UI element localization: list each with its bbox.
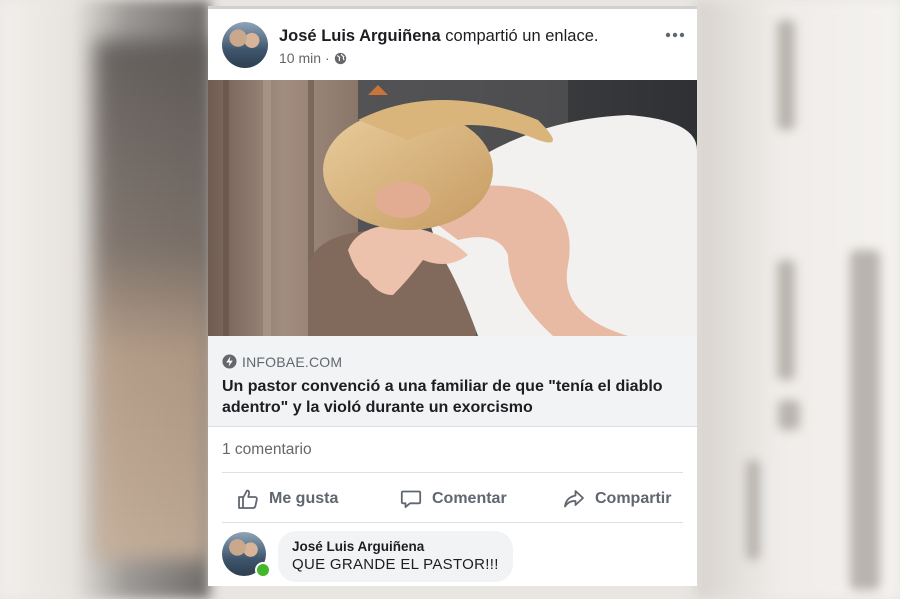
like-button[interactable]: Me gusta xyxy=(236,484,338,514)
link-domain: INFOBAE.COM xyxy=(242,354,343,370)
article-photo xyxy=(208,80,697,336)
meta-separator: · xyxy=(325,50,330,66)
article-thumbnail[interactable] xyxy=(208,80,697,336)
more-options-icon[interactable] xyxy=(663,28,687,42)
blurred-right-text xyxy=(700,0,900,599)
facebook-post-card: José Luis Arguiñena compartió un enlace.… xyxy=(208,6,697,586)
author-name[interactable]: José Luis Arguiñena xyxy=(279,27,441,45)
post-header: José Luis Arguiñena compartió un enlace.… xyxy=(222,22,687,72)
comment-text: QUE GRANDE EL PASTOR!!! xyxy=(292,556,499,573)
share-icon xyxy=(564,490,584,508)
link-title[interactable]: Un pastor convenció a una familiar de qu… xyxy=(222,376,687,418)
online-status-indicator xyxy=(255,562,271,578)
post-meta: 10 min · xyxy=(279,50,347,66)
link-preview[interactable]: INFOBAE.COM Un pastor convenció a una fa… xyxy=(208,336,697,427)
lightning-icon xyxy=(222,354,237,369)
share-button[interactable]: Compartir xyxy=(562,484,671,514)
comment-icon xyxy=(400,490,422,508)
globe-icon xyxy=(334,52,346,64)
share-label: Compartir xyxy=(595,490,672,507)
author-avatar[interactable] xyxy=(222,22,268,68)
comment-button[interactable]: Comentar xyxy=(399,484,507,514)
card-top-border xyxy=(208,6,697,9)
thumbs-up-icon xyxy=(238,489,258,509)
post-action-text: compartió un enlace. xyxy=(445,27,599,45)
post-time[interactable]: 10 min xyxy=(279,50,321,66)
blurred-left-photo xyxy=(95,40,210,560)
comment-label: Comentar xyxy=(432,490,507,507)
divider xyxy=(222,522,683,523)
like-label: Me gusta xyxy=(269,490,339,507)
action-bar: Me gusta Comentar Compartir xyxy=(222,484,683,514)
comment-bubble: José Luis Arguiñena QUE GRANDE EL PASTOR… xyxy=(278,531,513,582)
commenter-name[interactable]: José Luis Arguiñena xyxy=(292,538,499,555)
comment-count[interactable]: 1 comentario xyxy=(222,441,312,459)
author-line: José Luis Arguiñena compartió un enlace. xyxy=(279,27,598,46)
comment-item: José Luis Arguiñena QUE GRANDE EL PASTOR… xyxy=(222,531,683,582)
divider xyxy=(222,472,683,473)
